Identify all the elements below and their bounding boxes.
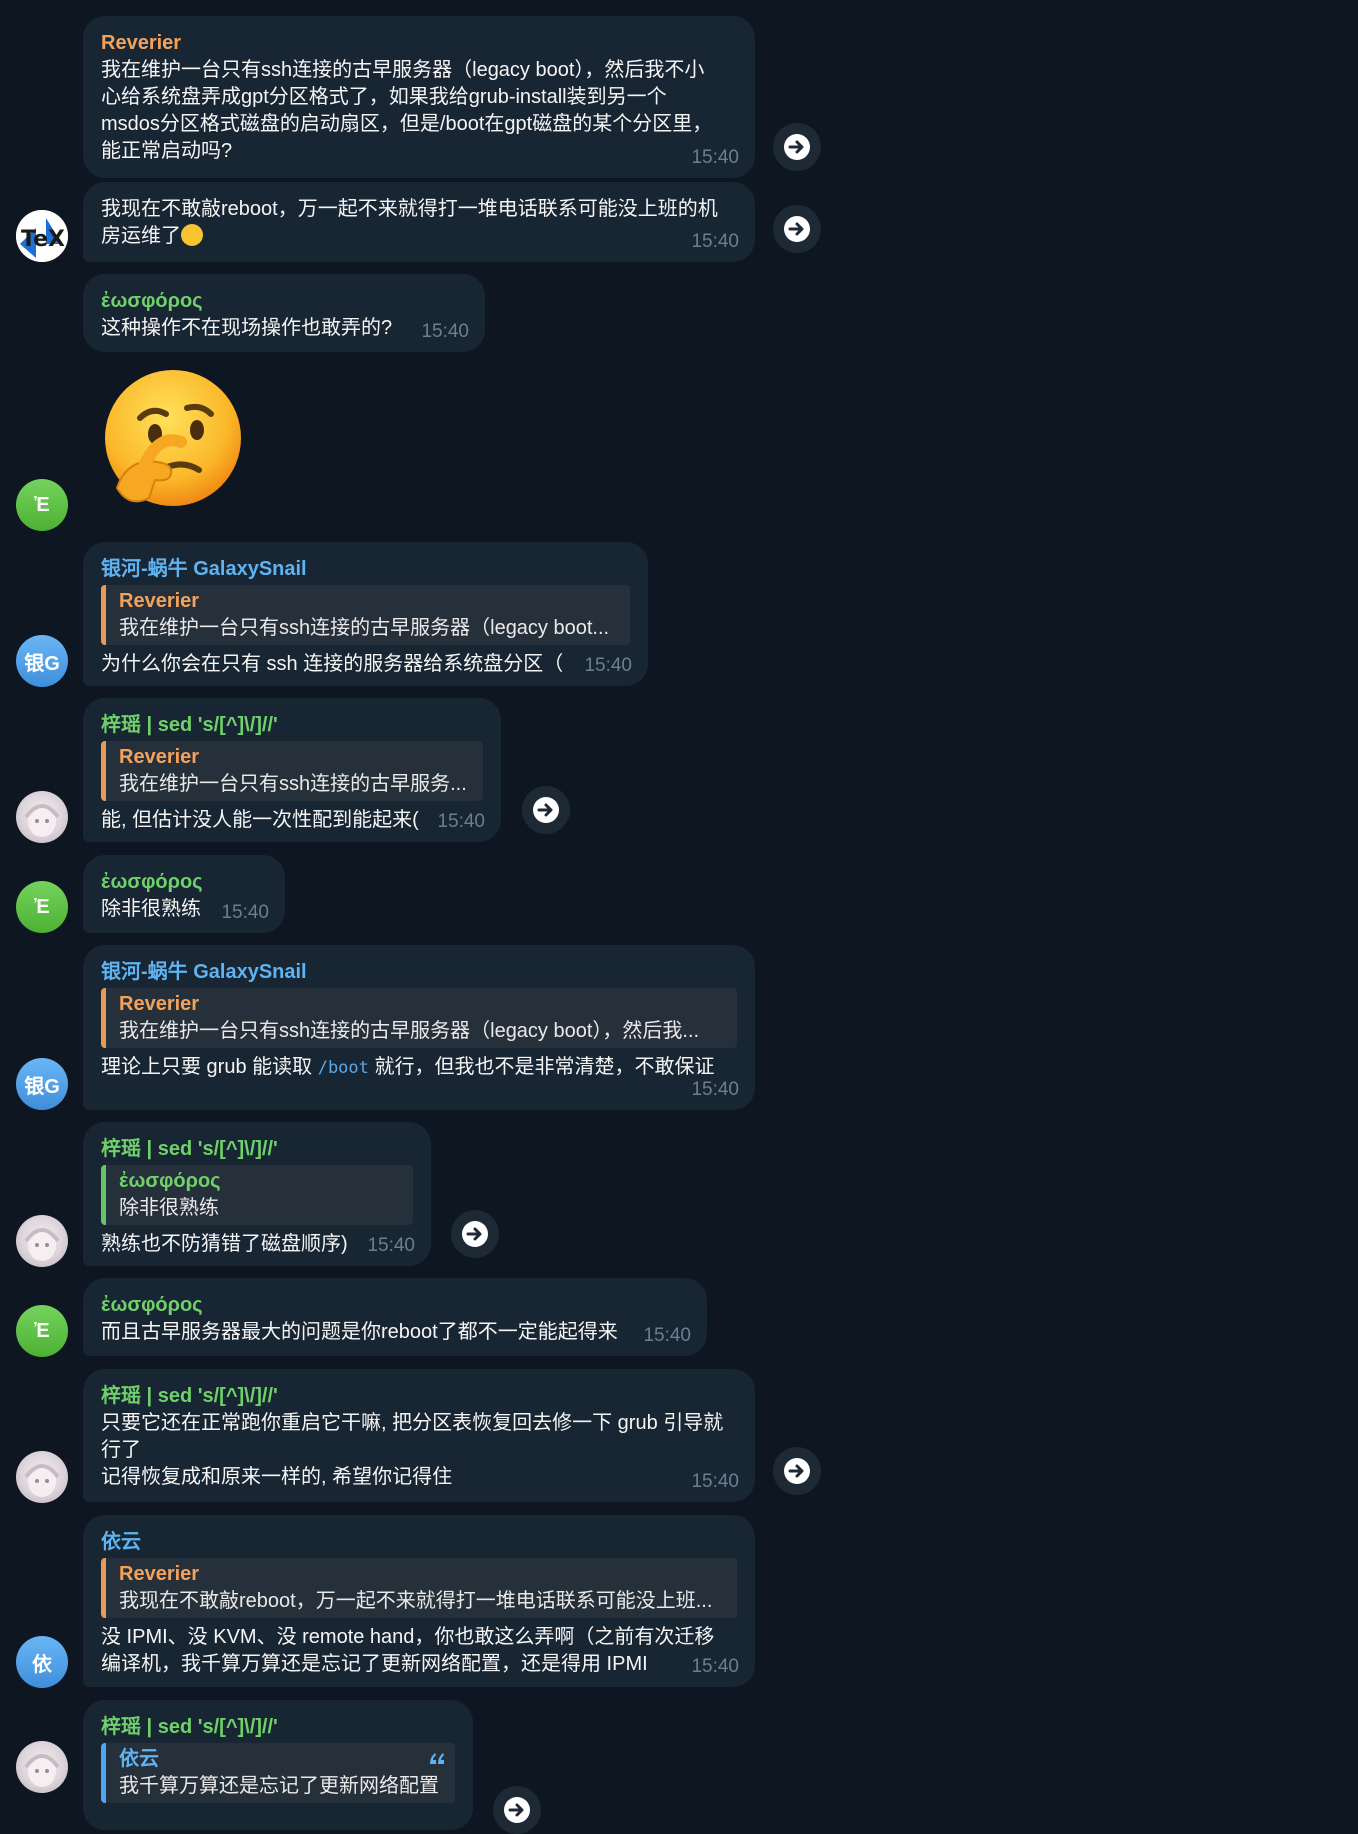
sender-name[interactable]: ἐωσφόρος <box>101 869 267 896</box>
quote-sender: ἐωσφόρος <box>119 1170 221 1192</box>
reply-quote[interactable]: Reverier 我在维护一台只有ssh连接的古早服务... <box>101 741 483 801</box>
quote-sender: Reverier <box>119 590 200 612</box>
quote-sender: Reverier <box>119 746 200 768</box>
avatar[interactable] <box>16 1741 68 1793</box>
forward-button[interactable] <box>773 1447 821 1495</box>
avatar[interactable] <box>16 791 68 843</box>
message-text: 这种操作不在现场操作也敢弄的? <box>101 317 393 339</box>
reply-quote[interactable]: ἐωσφόρος 除非很熟练 <box>101 1165 413 1225</box>
thinking-face-icon <box>105 370 241 506</box>
crying-face-icon <box>181 224 203 246</box>
quote-text: 我千算万算还是忘记了更新网络配置 <box>119 1775 439 1797</box>
sender-name[interactable]: 梓瑶 | sed 's/[^]\/]//' <box>101 1136 413 1163</box>
quote-text: 我在维护一台只有ssh连接的古早服务器（legacy boot... <box>119 617 610 639</box>
message-bubble[interactable]: Reverier 我在维护一台只有ssh连接的古早服务器（legacy boot… <box>83 16 755 178</box>
quote-text: 除非很熟练 <box>119 1197 219 1219</box>
anime-girl-avatar-icon <box>24 1228 60 1261</box>
message-text: 我现在不敢敲reboot，万一起不来就得打一堆电话联系可能没上班的机房运维了 <box>101 198 718 247</box>
sender-name[interactable]: 梓瑶 | sed 's/[^]\/]//' <box>101 1383 737 1410</box>
anime-girl-avatar-icon <box>24 804 60 837</box>
message-bubble[interactable]: ἐωσφόρος 而且古早服务器最大的问题是你reboot了都不一定能起得来 1… <box>83 1278 707 1356</box>
message-bubble[interactable]: 依云 Reverier 我现在不敢敲reboot，万一起不来就得打一堆电话联系可… <box>83 1515 755 1687</box>
forward-button[interactable] <box>493 1786 541 1834</box>
message-bubble[interactable]: 梓瑶 | sed 's/[^]\/]//' ἐωσφόρος 除非很熟练 熟练也… <box>83 1122 431 1266</box>
message-bubble[interactable]: 银河-蜗牛 GalaxySnail Reverier 我在维护一台只有ssh连接… <box>83 945 755 1110</box>
quote-sender: Reverier <box>119 993 200 1015</box>
forward-arrow-icon <box>784 134 810 160</box>
message-text: 理论上只要 grub 能读取 /boot 就行，但我也不是非常清楚，不敢保证 <box>101 1056 715 1078</box>
sender-name[interactable]: Reverier <box>101 30 737 57</box>
avatar[interactable]: Ἐ <box>16 1305 68 1357</box>
anime-girl-avatar-icon <box>24 1464 60 1497</box>
forward-button[interactable] <box>522 786 570 834</box>
message-bubble[interactable]: 梓瑶 | sed 's/[^]\/]//' 只要它还在正常跑你重启它干嘛, 把分… <box>83 1369 755 1502</box>
message-text: 没 IPMI、没 KVM、没 remote hand，你也敢这么弄啊（之前有次迁… <box>101 1626 715 1675</box>
sender-name[interactable]: 依云 <box>101 1529 737 1556</box>
message-time: 15:40 <box>691 1471 739 1492</box>
sender-name[interactable]: 梓瑶 | sed 's/[^]\/]//' <box>101 1714 455 1741</box>
quote-text: 我在维护一台只有ssh连接的古早服务... <box>119 773 467 795</box>
sender-name[interactable]: ἐωσφόρος <box>101 288 467 315</box>
reply-quote[interactable]: Reverier 我在维护一台只有ssh连接的古早服务器（legacy boot… <box>101 988 737 1048</box>
avatar[interactable] <box>16 1215 68 1267</box>
anime-girl-avatar-icon <box>24 1754 60 1787</box>
avatar[interactable]: Ἐ <box>16 881 68 933</box>
message-text: 记得恢复成和原来一样的, 希望你记得住 <box>101 1466 453 1488</box>
reply-quote[interactable]: Reverier 我在维护一台只有ssh连接的古早服务器（legacy boot… <box>101 585 630 645</box>
message-time: 15:40 <box>584 655 632 676</box>
avatar[interactable] <box>16 1451 68 1503</box>
avatar[interactable]: 依 <box>16 1636 68 1688</box>
message-time: 15:40 <box>691 1079 739 1100</box>
avatar[interactable]: 银G <box>16 635 68 687</box>
svg-text:TeX: TeX <box>21 227 65 252</box>
message-text: 为什么你会在只有 ssh 连接的服务器给系统盘分区（ <box>101 653 564 675</box>
sender-name[interactable]: ἐωσφόρος <box>101 1292 689 1319</box>
message-time: 15:40 <box>437 811 485 832</box>
message-time: 15:40 <box>691 147 739 168</box>
sender-name[interactable]: 梓瑶 | sed 's/[^]\/]//' <box>101 712 483 739</box>
message-bubble[interactable]: ἐωσφόρος 这种操作不在现场操作也敢弄的? 15:40 <box>83 274 485 352</box>
message-bubble[interactable]: 梓瑶 | sed 's/[^]\/]//' Reverier 我在维护一台只有s… <box>83 698 501 842</box>
forward-button[interactable] <box>451 1210 499 1258</box>
message-text: 我在维护一台只有ssh连接的古早服务器（legacy boot），然后我不小心给… <box>101 59 713 162</box>
tux-logo-icon: TeX <box>16 210 68 262</box>
forward-button[interactable] <box>773 123 821 171</box>
forward-arrow-icon <box>533 797 559 823</box>
quote-sender: 依云 <box>119 1748 159 1770</box>
quote-mark-icon <box>430 1753 444 1764</box>
forward-arrow-icon <box>784 216 810 242</box>
message-time: 15:40 <box>221 902 269 923</box>
sender-name[interactable]: 银河-蜗牛 GalaxySnail <box>101 959 737 986</box>
message-text: 能, 但估计没人能一次性配到能起来( <box>101 809 419 831</box>
inline-code: /boot <box>317 1058 369 1078</box>
avatar[interactable]: TeX <box>16 210 68 262</box>
message-time: 15:40 <box>643 1325 691 1346</box>
message-time: 15:40 <box>421 321 469 342</box>
forward-arrow-icon <box>784 1458 810 1484</box>
message-text: 而且古早服务器最大的问题是你reboot了都不一定能起得来 <box>101 1321 618 1343</box>
message-text: 熟练也不防猜错了磁盘顺序) <box>101 1233 348 1255</box>
forward-arrow-icon <box>504 1797 530 1823</box>
quote-text: 我在维护一台只有ssh连接的古早服务器（legacy boot），然后我... <box>119 1020 700 1042</box>
message-time: 15:40 <box>367 1235 415 1256</box>
reply-quote[interactable]: Reverier 我现在不敢敲reboot，万一起不来就得打一堆电话联系可能没上… <box>101 1558 737 1618</box>
quote-text: 我现在不敢敲reboot，万一起不来就得打一堆电话联系可能没上班... <box>119 1590 713 1612</box>
avatar[interactable]: 银G <box>16 1058 68 1110</box>
forward-button[interactable] <box>773 205 821 253</box>
message-time: 15:40 <box>691 1656 739 1677</box>
quote-sender: Reverier <box>119 1563 200 1585</box>
sender-name[interactable]: 银河-蜗牛 GalaxySnail <box>101 556 630 583</box>
message-time: 15:40 <box>691 231 739 252</box>
forward-arrow-icon <box>462 1221 488 1247</box>
message-text: 只要它还在正常跑你重启它干嘛, 把分区表恢复回去修一下 grub 引导就行了 <box>101 1412 724 1461</box>
reply-quote[interactable]: 依云 我千算万算还是忘记了更新网络配置 <box>101 1743 455 1803</box>
avatar[interactable]: Ἐ <box>16 479 68 531</box>
message-bubble[interactable]: ἐωσφόρος 除非很熟练 15:40 <box>83 855 285 933</box>
message-bubble[interactable]: 我现在不敢敲reboot，万一起不来就得打一堆电话联系可能没上班的机房运维了 1… <box>83 182 755 262</box>
thinking-face-sticker[interactable] <box>95 368 245 518</box>
message-bubble[interactable]: 梓瑶 | sed 's/[^]\/]//' 依云 我千算万算还是忘记了更新网络配… <box>83 1700 473 1830</box>
message-bubble[interactable]: 银河-蜗牛 GalaxySnail Reverier 我在维护一台只有ssh连接… <box>83 542 648 686</box>
